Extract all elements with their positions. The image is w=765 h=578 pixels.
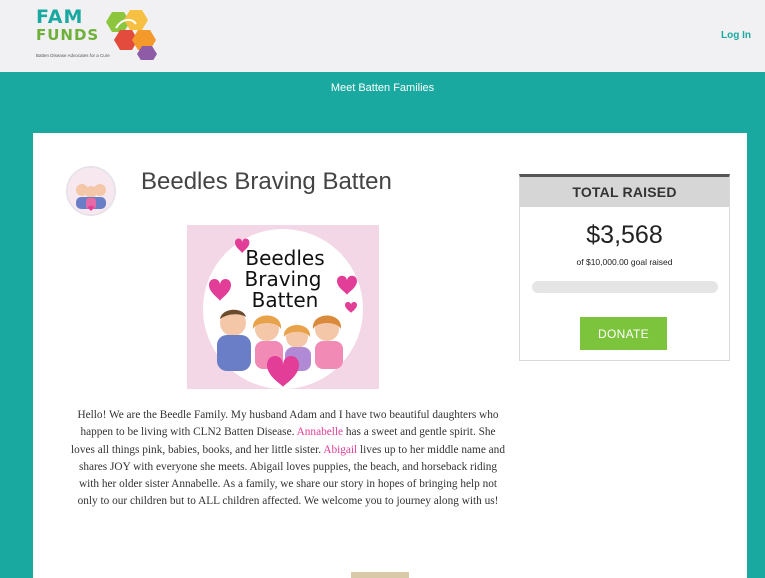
next-image-partial <box>351 572 409 578</box>
total-raised-heading: TOTAL RAISED <box>520 177 729 207</box>
login-link[interactable]: Log In <box>721 30 751 41</box>
progress-bar <box>532 281 718 293</box>
amount-raised: $3,568 <box>586 221 663 249</box>
famfunds-logo[interactable]: FAM FUNDS Batten Disease Advocates for a… <box>36 8 160 64</box>
logo-tagline: Batten Disease Advocates for a Cure <box>36 53 110 58</box>
logo-text-funds: FUNDS <box>36 26 100 44</box>
hero-text-line-3: Batten <box>252 288 319 312</box>
goal-text: of $10,000.00 goal raised <box>576 257 673 267</box>
site-header: FAM FUNDS Batten Disease Advocates for a… <box>0 0 765 72</box>
hero-illustration: Beedles Braving Batten <box>203 229 363 389</box>
page-title: Beedles Braving Batten <box>141 168 392 195</box>
annabelle-link[interactable]: Annabelle <box>297 426 343 438</box>
family-avatar-icon <box>68 168 114 214</box>
nav-meet-batten-families[interactable]: Meet Batten Families <box>0 82 765 94</box>
nav-bar: Meet Batten Families <box>0 72 765 106</box>
campaign-card: Beedles Braving Batten Beedles Braving B… <box>33 133 747 578</box>
donate-button[interactable]: DONATE <box>580 317 667 350</box>
logo-text-fam: FAM <box>36 6 84 28</box>
hero-image: Beedles Braving Batten <box>187 225 379 389</box>
donation-widget: TOTAL RAISED $3,568 of $10,000.00 goal r… <box>519 174 730 361</box>
story-text: Hello! We are the Beedle Family. My husb… <box>68 407 508 511</box>
abigail-link[interactable]: Abigail <box>323 444 357 456</box>
family-avatar <box>66 166 116 216</box>
